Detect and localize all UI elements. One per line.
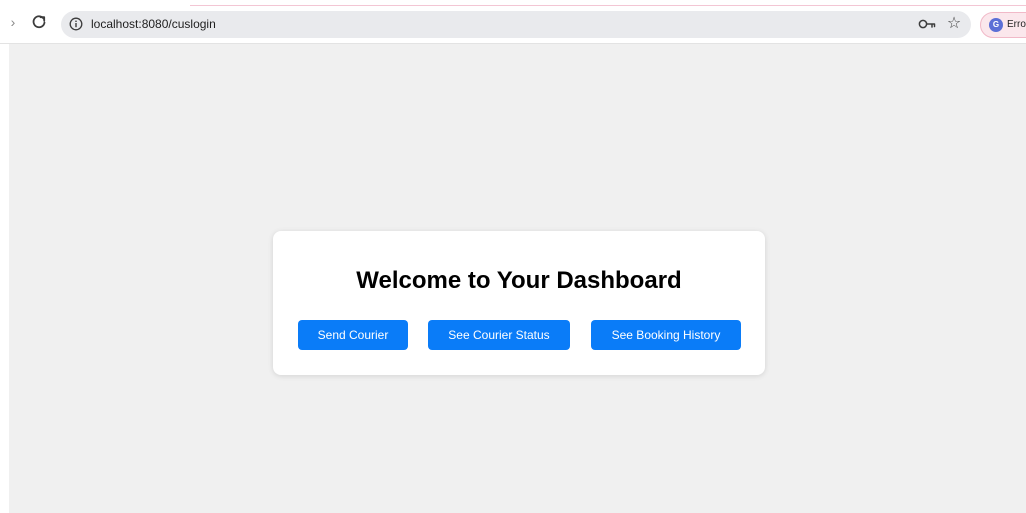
avatar: G [989,18,1003,32]
page-title: Welcome to Your Dashboard [356,267,682,294]
profile-chip[interactable]: G Erro [980,12,1026,38]
star-icon[interactable]: ☆ [945,15,963,33]
info-icon[interactable] [69,17,83,31]
dashboard-card: Welcome to Your Dashboard Send Courier S… [273,231,765,375]
see-courier-status-button[interactable]: See Courier Status [428,320,570,350]
tab-strip-accent-line [190,5,1026,6]
forward-arrow-icon[interactable]: › [6,14,20,30]
see-booking-history-button[interactable]: See Booking History [591,320,741,350]
key-icon[interactable] [918,17,936,31]
address-bar[interactable]: localhost:8080/cuslogin ☆ [61,11,971,38]
reload-icon[interactable] [30,13,48,31]
url-text[interactable]: localhost:8080/cuslogin [91,17,216,32]
browser-toolbar: › localhost:8080/cuslogin ☆ G Erro [0,0,1026,44]
send-courier-button[interactable]: Send Courier [298,320,408,350]
page-viewport: Welcome to Your Dashboard Send Courier S… [9,44,1026,513]
profile-status-label: Erro [1007,19,1026,30]
